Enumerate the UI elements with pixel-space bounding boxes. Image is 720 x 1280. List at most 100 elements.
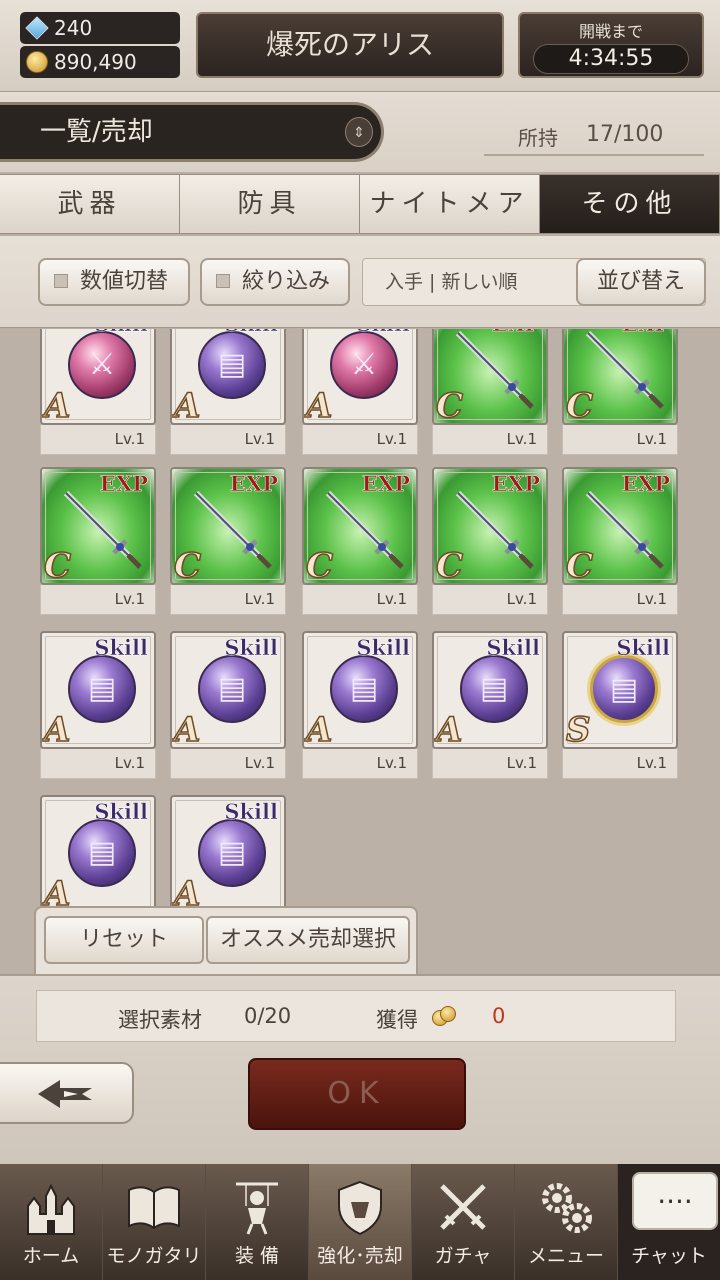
- item-card[interactable]: EXP CLv.1: [432, 329, 548, 457]
- book-icon: [128, 1186, 180, 1230]
- item-type-tag: Skill: [224, 799, 278, 825]
- battle-countdown-timer: 4:34:55: [533, 44, 689, 74]
- value-toggle-button[interactable]: 数値切替: [38, 258, 190, 306]
- item-type-tag: Skill: [616, 635, 670, 661]
- mode-selector-label: 一覧/売却: [40, 117, 153, 147]
- nav-enhance-sell[interactable]: 強化･売却: [309, 1164, 412, 1280]
- recommend-sell-button[interactable]: オススメ売却選択: [206, 916, 410, 964]
- sort-button[interactable]: 並び替え: [576, 258, 706, 306]
- item-card[interactable]: ⚔Skill ALv.1: [40, 329, 156, 457]
- item-type-tag: EXP: [361, 471, 411, 497]
- divider: [484, 154, 704, 156]
- item-level: Lv.1: [302, 425, 418, 455]
- skill-orb-book-icon: ▤: [198, 655, 266, 723]
- gem-icon: [25, 16, 49, 40]
- item-rank: C: [565, 546, 594, 585]
- stage-title[interactable]: 爆死のアリス: [196, 12, 504, 78]
- nav-equip[interactable]: 装 備: [206, 1164, 309, 1280]
- item-level: Lv.1: [302, 585, 418, 615]
- nav-equip-label: 装 備: [234, 1245, 280, 1267]
- gain-value: 0: [492, 1004, 506, 1028]
- item-type-tag: Skill: [224, 635, 278, 661]
- item-rank: C: [173, 546, 202, 585]
- item-icon-frame: ⚔Skill A: [302, 329, 418, 425]
- item-rank: A: [173, 710, 201, 749]
- item-level: Lv.1: [302, 749, 418, 779]
- tab-nightmare[interactable]: ナイトメア: [360, 175, 540, 233]
- chat-bubble-icon: ....: [632, 1172, 718, 1230]
- nav-home-label: ホーム: [22, 1245, 80, 1267]
- item-type-tag: Skill: [356, 635, 410, 661]
- up-down-arrow-icon[interactable]: ⇕: [345, 117, 373, 147]
- item-rank: A: [173, 386, 201, 425]
- tab-other[interactable]: その他: [540, 175, 720, 233]
- item-card[interactable]: ▤Skill ALv.1: [432, 631, 548, 781]
- item-card[interactable]: EXP CLv.1: [562, 467, 678, 617]
- item-type-tag: Skill: [486, 635, 540, 661]
- item-icon-frame: EXP C: [40, 467, 156, 585]
- ok-button[interactable]: OK: [248, 1058, 466, 1130]
- item-card[interactable]: ▤ Skill S Lv.1: [562, 631, 678, 781]
- nav-chat[interactable]: .... チャット: [618, 1164, 720, 1280]
- item-card[interactable]: ▤Skill ALv.1: [170, 329, 286, 457]
- mode-selector[interactable]: 一覧/売却 ⇕: [0, 102, 384, 162]
- item-rank: A: [43, 386, 71, 425]
- item-type-tag: Skill: [356, 329, 410, 337]
- item-rank: C: [43, 546, 72, 585]
- item-icon-frame: ▤SkillA: [170, 795, 286, 913]
- item-rank: C: [435, 386, 464, 425]
- item-icon-frame: ▤SkillA: [170, 329, 286, 425]
- reset-button[interactable]: リセット: [44, 916, 204, 964]
- item-rank: A: [43, 710, 71, 749]
- item-level: Lv.1: [432, 749, 548, 779]
- skill-orb-book-icon: ▤: [590, 655, 658, 723]
- item-card[interactable]: EXP CLv.1: [432, 467, 548, 617]
- nav-gacha[interactable]: ガチャ: [412, 1164, 515, 1280]
- narrow-filter-button[interactable]: 絞り込み: [200, 258, 350, 306]
- item-level: Lv.1: [40, 585, 156, 615]
- nav-gacha-label: ガチャ: [434, 1245, 492, 1267]
- nav-home[interactable]: ホーム: [0, 1164, 103, 1280]
- item-icon-frame: ▤SkillA: [432, 631, 548, 749]
- nav-story[interactable]: モノガタリ: [103, 1164, 206, 1280]
- selected-label: 選択素材: [118, 1008, 202, 1032]
- item-rank: C: [565, 386, 594, 425]
- coin-icon: [26, 51, 48, 73]
- item-icon-frame: ▤ Skill S: [562, 631, 678, 749]
- item-card[interactable]: EXP CLv.1: [562, 329, 678, 457]
- item-rank: A: [305, 386, 333, 425]
- bottom-navigation: ホーム モノガタリ 装 備 強化･売却 ガチャ メニュー .... チャット: [0, 1164, 720, 1280]
- item-level: Lv.1: [432, 585, 548, 615]
- coin-counter: 890,490: [20, 46, 180, 78]
- battle-countdown[interactable]: 開戦まで 4:34:55: [518, 12, 704, 78]
- item-type-tag: EXP: [622, 329, 671, 337]
- item-icon-frame: EXP C: [432, 467, 548, 585]
- item-card[interactable]: ▤Skill ALv.1: [170, 631, 286, 781]
- item-type-tag: Skill: [224, 329, 278, 337]
- item-level: Lv.1: [562, 425, 678, 455]
- back-button[interactable]: [0, 1062, 134, 1124]
- item-card[interactable]: ⚔Skill ALv.1: [302, 329, 418, 457]
- item-type-tag: EXP: [491, 471, 541, 497]
- item-card[interactable]: ▤Skill ALv.1: [40, 631, 156, 781]
- item-level: Lv.1: [170, 425, 286, 455]
- item-level: Lv.1: [562, 749, 678, 779]
- item-card[interactable]: EXP CLv.1: [170, 467, 286, 617]
- nav-menu[interactable]: メニュー: [515, 1164, 618, 1280]
- item-grid[interactable]: ⚔SkillALv.1▤SkillALv.1⚔SkillALv.1EXPCLv.…: [0, 329, 720, 973]
- item-rank: A: [305, 710, 333, 749]
- item-card[interactable]: ▤Skill ALv.1: [302, 631, 418, 781]
- item-level: Lv.1: [432, 425, 548, 455]
- item-type-tag: EXP: [229, 471, 279, 497]
- tab-weapons[interactable]: 武器: [0, 175, 180, 233]
- item-type-tag: Skill: [94, 329, 148, 337]
- value-toggle-label: 数値切替: [80, 269, 169, 294]
- skill-orb-book-icon: ▤: [330, 655, 398, 723]
- item-card[interactable]: EXP CLv.1: [40, 467, 156, 617]
- item-type-tag: EXP: [99, 471, 149, 497]
- item-card[interactable]: EXP CLv.1: [302, 467, 418, 617]
- owned-value: 17/100: [586, 122, 664, 147]
- tab-armor[interactable]: 防具: [180, 175, 360, 233]
- item-rank: S: [565, 710, 591, 749]
- castle-icon: [27, 1183, 75, 1235]
